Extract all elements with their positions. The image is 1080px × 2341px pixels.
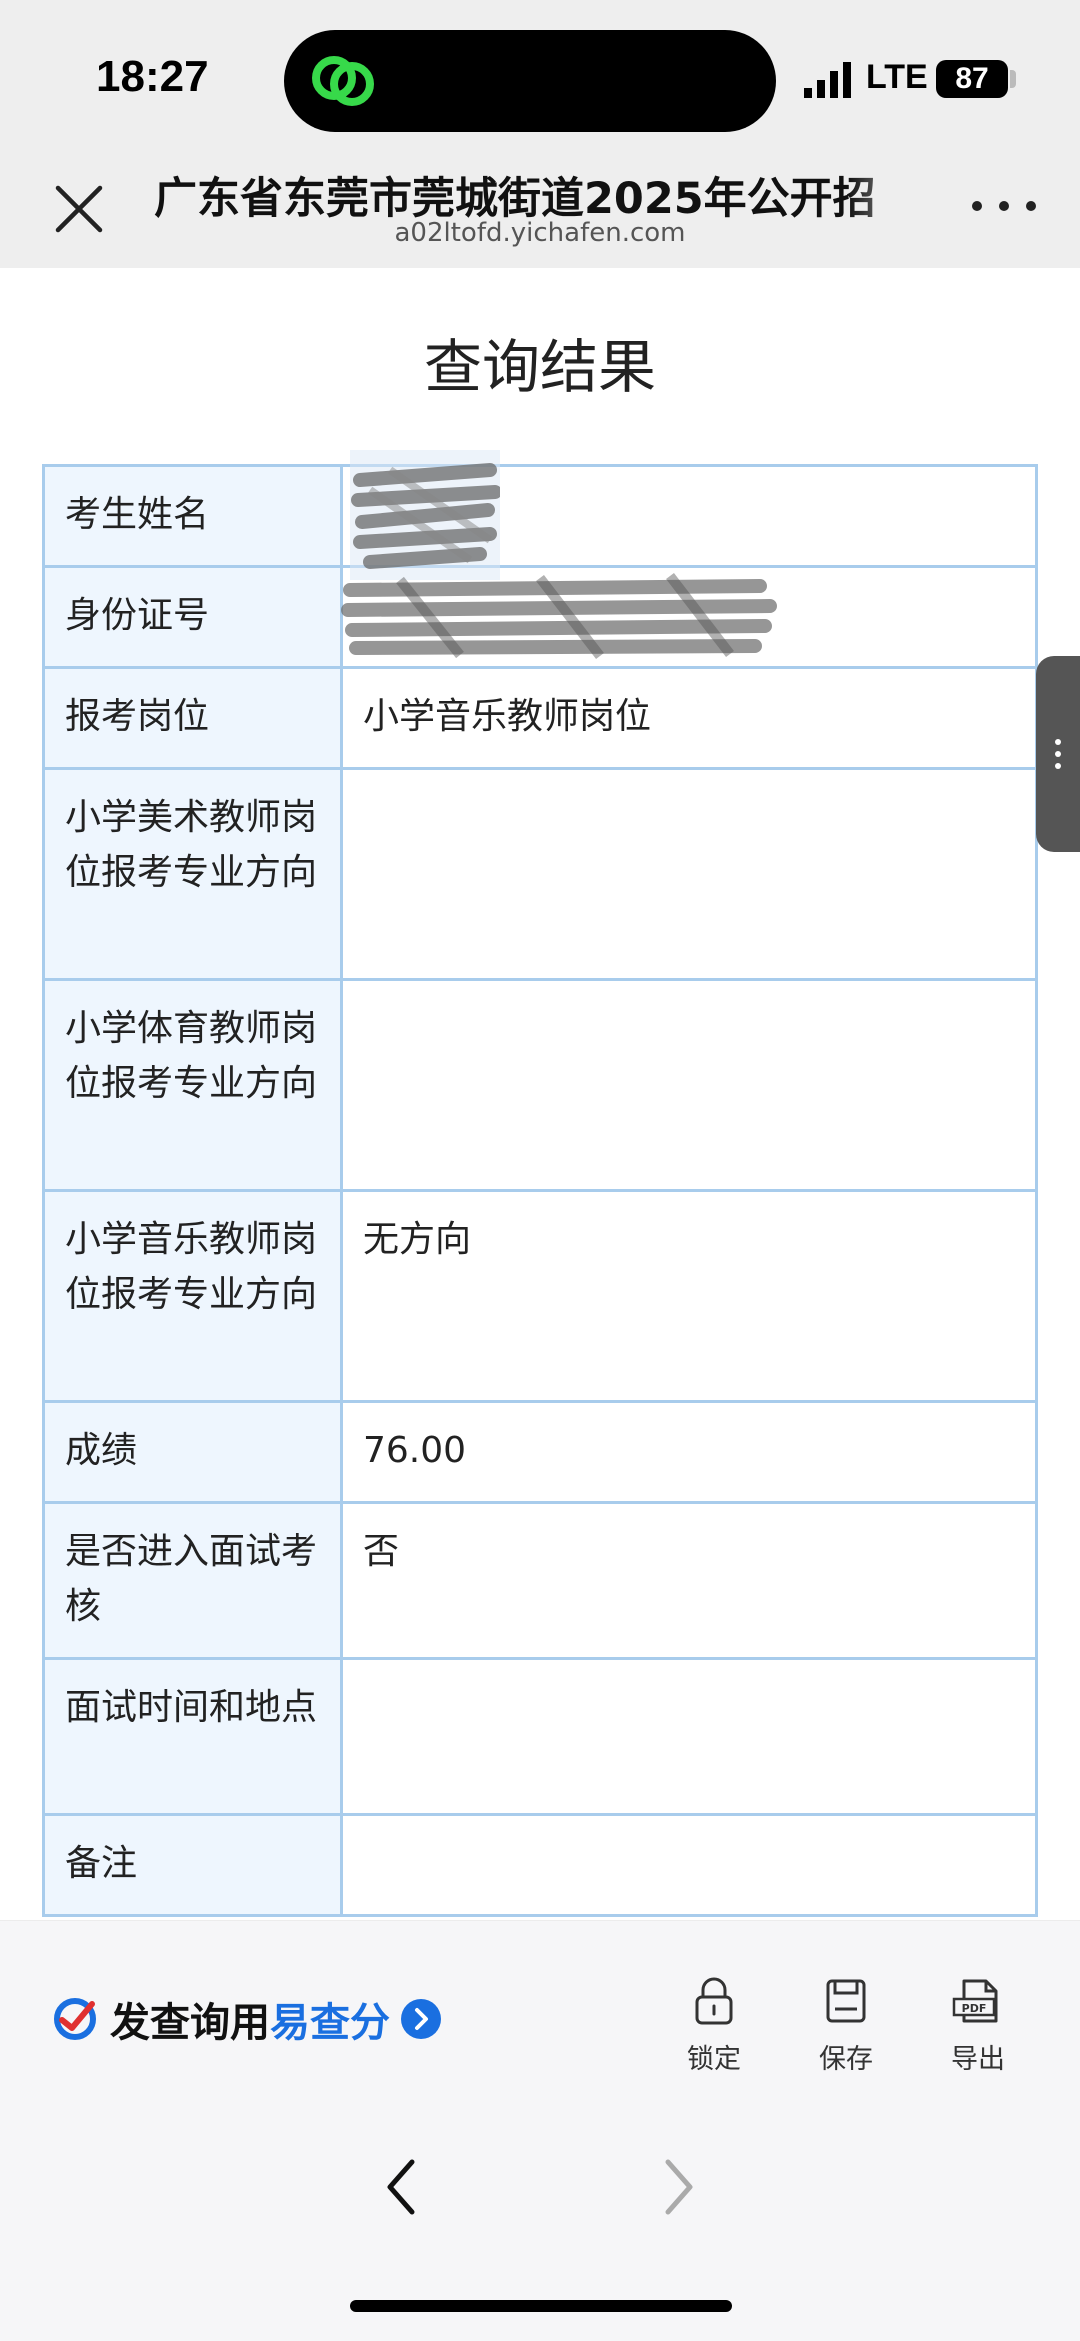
- bottom-toolbar: 发查询用 易查分 锁定 保存 PDF 导出: [0, 1920, 1080, 2114]
- more-icon[interactable]: [972, 186, 1036, 226]
- lock-icon: [695, 1977, 733, 2025]
- result-title: 查询结果: [423, 333, 656, 401]
- handle-dot: [1055, 751, 1061, 757]
- table-row: 小学音乐教师岗位报考专业方向 无方向: [42, 1189, 1038, 1403]
- handle-dot: [1055, 739, 1061, 745]
- page-title-bar: 广东省东莞市莞城街道2025年公开招: [154, 174, 876, 220]
- pdf-icon-text: PDF: [962, 2002, 987, 2015]
- brand-name: 易查分: [270, 2000, 390, 2046]
- row-label: 小学体育教师岗位报考专业方向: [42, 978, 343, 1192]
- row-value: 无方向: [340, 1189, 1038, 1403]
- row-label: 身份证号: [42, 565, 343, 669]
- row-label: 面试时间和地点: [42, 1657, 343, 1816]
- network-type: LTE: [866, 58, 928, 96]
- result-table: 考生姓名 身份证号 报考岗位 小学音乐教师岗位 小学美术教师岗位报考专业方向 小…: [42, 464, 1038, 1917]
- brand-logo-icon: [54, 1998, 96, 2040]
- row-value: [340, 1657, 1038, 1816]
- lock-label: 锁定: [687, 2044, 741, 2075]
- export-button[interactable]: PDF 导出: [928, 1975, 1028, 2085]
- more-dot: [1026, 201, 1036, 211]
- browser-nav-bar: [0, 2114, 1080, 2341]
- link-icon: [312, 56, 374, 106]
- pdf-export-icon: PDF: [952, 1979, 998, 2023]
- signal-icon: [804, 62, 851, 98]
- row-label: 是否进入面试考核: [42, 1501, 343, 1660]
- redacted-id-number: [341, 572, 777, 660]
- status-time: 18:27: [96, 52, 209, 101]
- row-label: 小学音乐教师岗位报考专业方向: [42, 1189, 343, 1403]
- save-label: 保存: [819, 2044, 873, 2075]
- save-button[interactable]: 保存: [796, 1975, 896, 2085]
- row-value: [340, 767, 1038, 981]
- table-row: 是否进入面试考核 否: [42, 1501, 1038, 1660]
- row-value: 76.00: [340, 1400, 1038, 1504]
- row-value: [340, 1813, 1038, 1917]
- row-label: 成绩: [42, 1400, 343, 1504]
- row-value: [340, 978, 1038, 1192]
- table-row: 报考岗位 小学音乐教师岗位: [42, 666, 1038, 770]
- row-value: 小学音乐教师岗位: [340, 666, 1038, 770]
- table-row: 面试时间和地点: [42, 1657, 1038, 1816]
- table-row: 成绩 76.00: [42, 1400, 1038, 1504]
- arrow-right-circle-icon: [401, 1999, 441, 2039]
- table-row: 小学体育教师岗位报考专业方向: [42, 978, 1038, 1192]
- row-label: 备注: [42, 1813, 343, 1917]
- row-label: 报考岗位: [42, 666, 343, 770]
- lock-button[interactable]: 锁定: [664, 1975, 764, 2085]
- row-label: 小学美术教师岗位报考专业方向: [42, 767, 343, 981]
- brand-link[interactable]: 发查询用 易查分: [52, 1989, 442, 2049]
- row-label: 考生姓名: [42, 464, 343, 568]
- more-dot: [999, 201, 1009, 211]
- status-bar: 18:27 LTE 87: [0, 0, 1080, 150]
- battery-tip: [1010, 70, 1016, 88]
- battery-indicator: 87: [936, 60, 1008, 98]
- chevron-right-icon[interactable]: [652, 2154, 704, 2220]
- export-label: 导出: [951, 2044, 1005, 2075]
- brand-text: 发查询用: [110, 2000, 270, 2046]
- table-row: 小学美术教师岗位报考专业方向: [42, 767, 1038, 981]
- side-drawer-handle[interactable]: [1036, 656, 1080, 852]
- home-indicator[interactable]: [350, 2300, 732, 2312]
- table-row: 考生姓名: [42, 464, 1038, 568]
- chevron-left-icon[interactable]: [376, 2154, 428, 2220]
- page-url: a02ltofd.yichafen.com: [394, 218, 686, 248]
- table-row: 备注: [42, 1813, 1038, 1917]
- more-dot: [972, 201, 982, 211]
- nav-header: 广东省东莞市莞城街道2025年公开招 a02ltofd.yichafen.com: [0, 150, 1080, 268]
- dynamic-island: [284, 30, 776, 132]
- handle-dot: [1055, 763, 1061, 769]
- save-icon: [826, 1979, 866, 2023]
- row-value: 否: [340, 1501, 1038, 1660]
